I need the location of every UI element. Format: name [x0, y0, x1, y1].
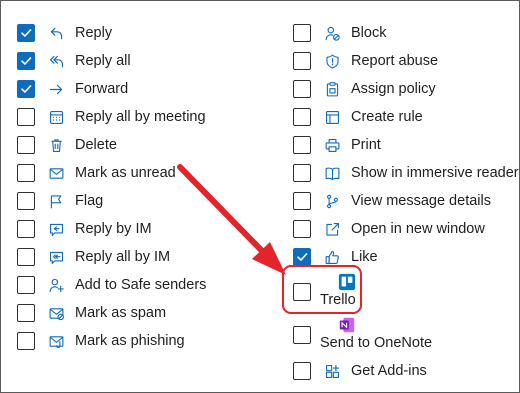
annotation-arrow	[177, 164, 286, 275]
